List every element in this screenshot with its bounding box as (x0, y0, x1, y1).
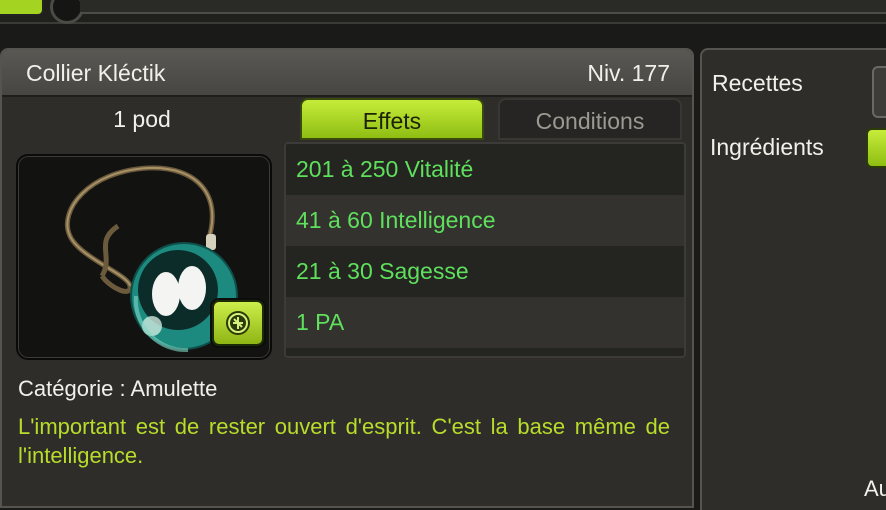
effect-row: 41 à 60 Intelligence (286, 195, 684, 246)
badge-emblem-icon (226, 311, 250, 335)
effects-list: 201 à 250 Vitalité 41 à 60 Intelligence … (284, 142, 686, 358)
effect-row: 1 PA (286, 297, 684, 348)
top-green-button[interactable] (0, 0, 44, 16)
ingredients-button[interactable] (866, 128, 886, 168)
top-toolbar (0, 0, 886, 24)
item-header: Collier Kléctik Niv. 177 (2, 50, 692, 97)
truncated-label: Au (864, 476, 886, 501)
recipes-button[interactable] (872, 66, 886, 118)
recipes-label: Recettes (712, 70, 803, 96)
effect-row: 21 à 30 Sagesse (296, 258, 469, 284)
item-image-frame (16, 154, 272, 360)
item-level: Niv. 177 (587, 60, 670, 86)
effect-row: 201 à 250 Vitalité (296, 156, 474, 182)
crafting-panel (700, 48, 886, 510)
item-weight: 1 pod (113, 106, 171, 132)
item-name: Collier Kléctik (26, 60, 166, 86)
top-bar-track (80, 0, 886, 14)
item-category: Catégorie : Amulette (18, 376, 218, 401)
ingredients-label: Ingrédients (710, 134, 824, 160)
tab-effects[interactable]: Effets (300, 98, 484, 140)
item-type-badge-icon[interactable] (212, 300, 264, 346)
item-details-panel: Collier Kléctik Niv. 177 1 pod Effets Co… (0, 48, 694, 508)
item-description: L'important est de rester ouvert d'espri… (18, 414, 670, 468)
top-round-control[interactable] (50, 0, 84, 24)
tab-conditions[interactable]: Conditions (498, 98, 682, 140)
